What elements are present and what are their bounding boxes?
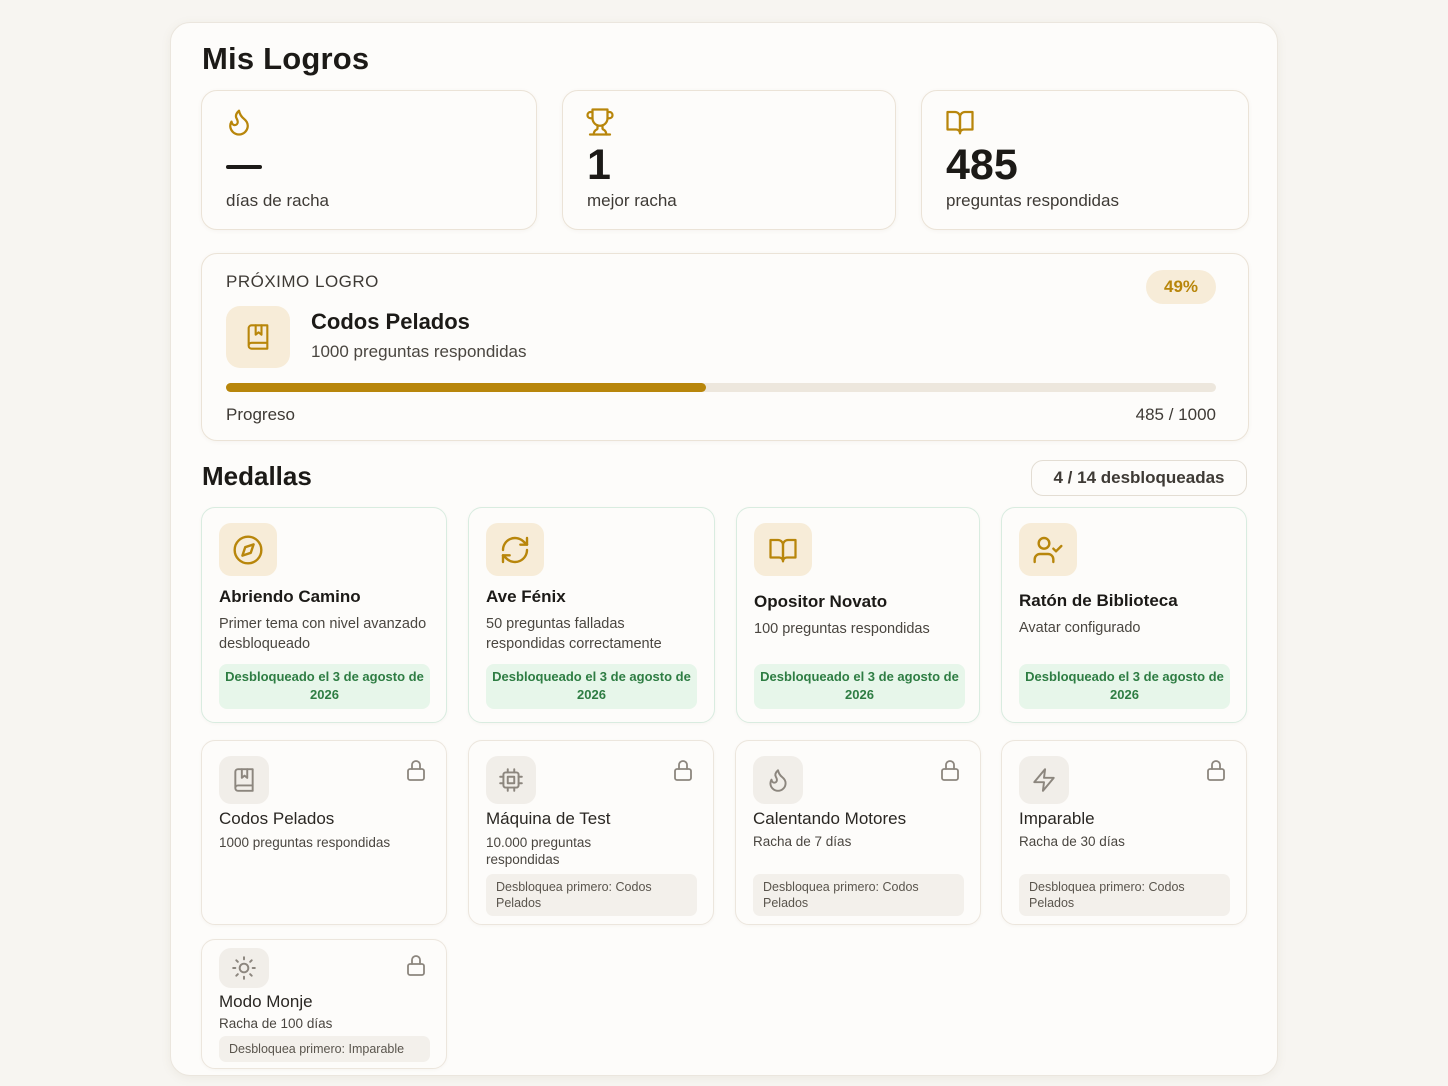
- medals-title: Medallas: [202, 461, 312, 491]
- stat-card-questions: 485 preguntas respondidas: [921, 90, 1249, 230]
- medal-requirement: Desbloquea primero: Codos Pelados: [753, 874, 964, 916]
- medal-name: Modo Monje: [219, 992, 313, 1011]
- medal-description: Racha de 7 días: [753, 834, 852, 849]
- progress-bar-fill: [226, 383, 707, 392]
- questions-label: preguntas respondidas: [946, 191, 1119, 210]
- medal-name: Ratón de Biblioteca: [1019, 591, 1178, 610]
- sun-icon: [232, 956, 256, 980]
- medal-description: Racha de 30 días: [1019, 834, 1125, 849]
- medal-icon-box: [219, 756, 269, 804]
- stat-card-best-streak: 1 mejor racha: [562, 90, 896, 230]
- best-streak-label: mejor racha: [587, 191, 677, 210]
- progress-bar: [226, 383, 1216, 392]
- medal-description: 100 preguntas respondidas: [754, 621, 930, 637]
- medal-card-ave-fenix[interactable]: Ave Fénix 50 preguntas falladas respondi…: [468, 507, 715, 723]
- medal-name: Imparable: [1019, 809, 1095, 828]
- next-achievement-name: Codos Pelados: [311, 309, 470, 334]
- progress-count: 485 / 1000: [1135, 405, 1216, 424]
- achievements-panel: Mis Logros días de racha 1 mejor racha 4…: [170, 22, 1278, 1076]
- medal-icon-box: [219, 948, 269, 988]
- medal-icon-box: [1019, 756, 1069, 804]
- next-achievement-icon-box: [226, 306, 290, 368]
- next-achievement-label: PRÓXIMO LOGRO: [226, 272, 379, 291]
- progress-label: Progreso: [226, 405, 295, 424]
- medal-icon-box: [1019, 523, 1077, 576]
- medal-description: Avatar configurado: [1019, 620, 1141, 636]
- refresh-icon: [501, 536, 529, 563]
- medal-name: Codos Pelados: [219, 809, 335, 828]
- medal-description: Racha de 100 días: [219, 1016, 333, 1031]
- questions-value: 485: [946, 141, 1018, 189]
- medal-description: Primer tema con nivel avanzado desbloque…: [219, 616, 427, 652]
- lock-icon: [404, 757, 428, 788]
- lock-icon: [938, 757, 962, 788]
- medal-name: Máquina de Test: [486, 809, 611, 828]
- medal-unlocked-badge: Desbloqueado el 3 de agosto de 2026: [1019, 664, 1230, 709]
- best-streak-value: 1: [587, 141, 611, 189]
- cpu-icon: [499, 768, 523, 792]
- medal-icon-box: [486, 523, 544, 576]
- stat-card-streak: días de racha: [201, 90, 537, 230]
- page-title: Mis Logros: [202, 41, 370, 76]
- medal-name: Abriendo Camino: [219, 587, 361, 606]
- unlocked-count-badge: 4 / 14 desbloqueadas: [1031, 460, 1247, 496]
- user-check-icon: [1033, 536, 1063, 563]
- medal-card-raton-de-biblioteca[interactable]: Ratón de Biblioteca Avatar configurado D…: [1001, 507, 1247, 723]
- percent-badge: 49%: [1146, 270, 1216, 304]
- medal-card-modo-monje[interactable]: Modo Monje Racha de 100 días Desbloquea …: [201, 939, 447, 1069]
- next-achievement-description: 1000 preguntas respondidas: [311, 342, 527, 361]
- flame-icon: [769, 769, 787, 792]
- lightning-icon: [1033, 768, 1055, 792]
- medal-card-opositor-novato[interactable]: Opositor Novato 100 preguntas respondida…: [736, 507, 980, 723]
- streak-empty-dash: [226, 165, 262, 169]
- trophy-icon: [585, 107, 615, 137]
- flame-icon: [224, 107, 254, 137]
- lock-icon: [1204, 757, 1228, 788]
- medal-card-abriendo-camino[interactable]: Abriendo Camino Primer tema con nivel av…: [201, 507, 447, 723]
- medal-description: 10.000 preguntas respondidas: [486, 835, 592, 867]
- medal-icon-box: [753, 756, 803, 804]
- medal-card-calentando-motores[interactable]: Calentando Motores Racha de 7 días Desbl…: [735, 740, 981, 925]
- book-bookmark-icon: [247, 324, 269, 350]
- medal-unlocked-badge: Desbloqueado el 3 de agosto de 2026: [754, 664, 965, 709]
- medal-description: 50 preguntas falladas respondidas correc…: [486, 616, 662, 652]
- medal-name: Opositor Novato: [754, 592, 888, 611]
- medal-icon-box: [219, 523, 277, 576]
- medal-name: Ave Fénix: [486, 587, 566, 606]
- book-open-icon: [944, 107, 974, 137]
- medal-requirement: Desbloquea primero: Imparable: [219, 1036, 430, 1062]
- book-bookmark-icon: [234, 768, 254, 792]
- medal-unlocked-badge: Desbloqueado el 3 de agosto de 2026: [219, 664, 430, 709]
- compass-icon: [233, 534, 263, 565]
- lock-icon: [404, 952, 428, 983]
- medal-icon-box: [754, 523, 812, 576]
- streak-label: días de racha: [226, 191, 330, 210]
- medal-card-imparable[interactable]: Imparable Racha de 30 días Desbloquea pr…: [1001, 740, 1247, 925]
- medal-requirement: Desbloquea primero: Codos Pelados: [1019, 874, 1230, 916]
- next-achievement-card: PRÓXIMO LOGRO 49% Codos Pelados 1000 pre…: [201, 253, 1249, 441]
- medal-requirement: Desbloquea primero: Codos Pelados: [486, 874, 697, 916]
- medal-name: Calentando Motores: [753, 809, 907, 828]
- medal-unlocked-badge: Desbloqueado el 3 de agosto de 2026: [486, 664, 697, 709]
- medal-card-maquina-de-test[interactable]: Máquina de Test 10.000 preguntas respond…: [468, 740, 714, 925]
- medal-description: 1000 preguntas respondidas: [219, 835, 391, 850]
- medal-icon-box: [486, 756, 536, 804]
- lock-icon: [671, 757, 695, 788]
- book-open-icon: [769, 538, 797, 562]
- medal-card-codos-pelados[interactable]: Codos Pelados 1000 preguntas respondidas: [201, 740, 447, 925]
